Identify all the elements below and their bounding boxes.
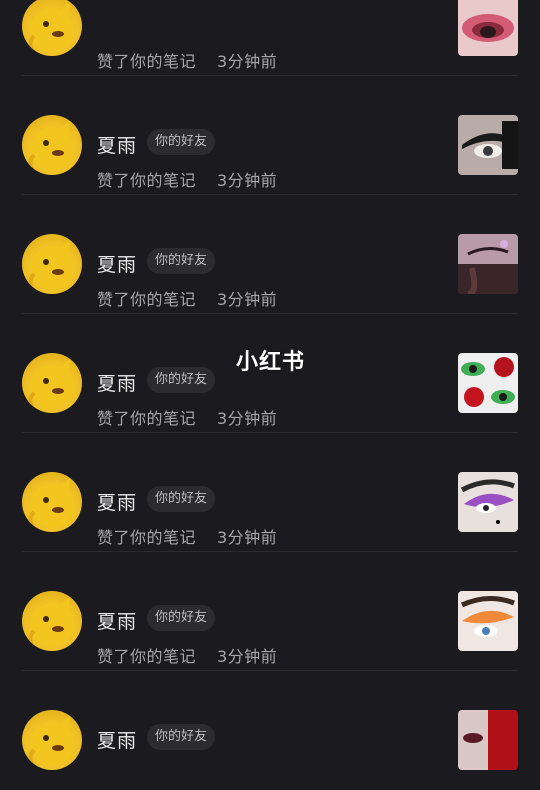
action-text: 赞了你的笔记	[97, 52, 197, 71]
action-text: 赞了你的笔记	[97, 409, 197, 428]
notification-row[interactable]: 夏雨 你的好友 赞了你的笔记 3分钟前	[0, 195, 540, 314]
notification-row[interactable]: 夏雨 你的好友 赞了你的笔记 3分钟前	[0, 552, 540, 671]
time-text: 3分钟前	[217, 528, 278, 547]
friend-badge: 你的好友	[147, 248, 216, 274]
time-text: 3分钟前	[217, 647, 278, 666]
note-thumbnail[interactable]	[458, 710, 518, 770]
notification-row[interactable]: 赞了你的笔记 3分钟前	[0, 0, 540, 76]
friend-badge: 你的好友	[147, 129, 216, 155]
avatar[interactable]	[22, 353, 82, 413]
user-name[interactable]: 夏雨	[97, 726, 137, 753]
user-name[interactable]: 夏雨	[97, 131, 137, 158]
time-text: 3分钟前	[217, 290, 278, 309]
avatar[interactable]	[22, 115, 82, 175]
avatar[interactable]	[22, 710, 82, 770]
notification-row[interactable]: 夏雨 你的好友	[0, 671, 540, 790]
notification-list: 赞了你的笔记 3分钟前 夏雨 你的好友 赞了你的笔记 3分钟前 夏雨 你的好友 …	[0, 0, 540, 790]
notification-row[interactable]: 夏雨 你的好友 赞了你的笔记 3分钟前	[0, 433, 540, 552]
avatar[interactable]	[22, 472, 82, 532]
action-text: 赞了你的笔记	[97, 290, 197, 309]
time-text: 3分钟前	[217, 409, 278, 428]
user-name[interactable]: 夏雨	[97, 369, 137, 396]
note-thumbnail[interactable]	[458, 591, 518, 651]
note-thumbnail[interactable]	[458, 234, 518, 294]
avatar[interactable]	[22, 0, 82, 56]
avatar[interactable]	[22, 234, 82, 294]
user-name[interactable]: 夏雨	[97, 488, 137, 515]
friend-badge: 你的好友	[147, 486, 216, 512]
friend-badge: 你的好友	[147, 724, 216, 750]
action-text: 赞了你的笔记	[97, 171, 197, 190]
note-thumbnail[interactable]	[458, 472, 518, 532]
note-thumbnail[interactable]	[458, 0, 518, 56]
time-text: 3分钟前	[217, 171, 278, 190]
friend-badge: 你的好友	[147, 605, 216, 631]
note-thumbnail[interactable]	[458, 353, 518, 413]
friend-badge: 你的好友	[147, 367, 216, 393]
action-text: 赞了你的笔记	[97, 528, 197, 547]
action-text: 赞了你的笔记	[97, 647, 197, 666]
time-text: 3分钟前	[217, 52, 278, 71]
notification-row[interactable]: 夏雨 你的好友 赞了你的笔记 3分钟前	[0, 76, 540, 195]
user-name[interactable]: 夏雨	[97, 607, 137, 634]
avatar[interactable]	[22, 591, 82, 651]
xiaohongshu-watermark: 小红书	[236, 350, 306, 375]
note-thumbnail[interactable]	[458, 115, 518, 175]
user-name[interactable]: 夏雨	[97, 250, 137, 277]
